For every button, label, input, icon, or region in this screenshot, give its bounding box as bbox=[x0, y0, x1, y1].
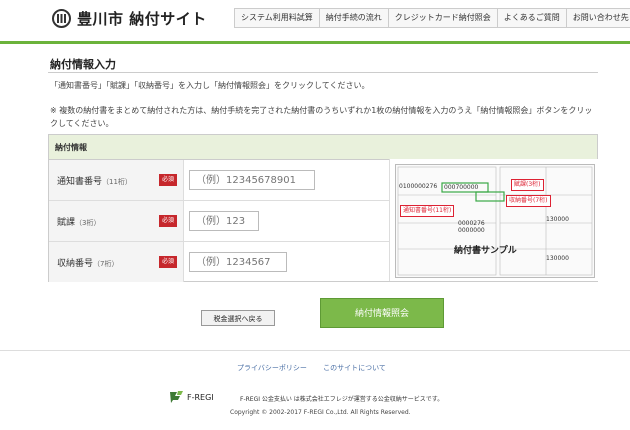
title-divider bbox=[48, 72, 598, 73]
bill-sample-image: 0100000276 000700000 0000276 0000000 130… bbox=[395, 164, 595, 278]
field-label-cell: 収納番号（7桁） 必須 bbox=[49, 242, 184, 282]
footer-links: プライバシーポリシー このサイトについて bbox=[237, 363, 400, 373]
payment-inquiry-button[interactable]: 納付情報照会 bbox=[320, 298, 444, 328]
footer-divider bbox=[0, 350, 630, 351]
required-badge: 必須 bbox=[159, 174, 177, 186]
field-label: 収納番号（7桁） bbox=[57, 259, 119, 269]
nav-credit-inquiry[interactable]: クレジットカード納付照会 bbox=[389, 9, 498, 27]
sample-number: 0000000 bbox=[458, 227, 485, 234]
sample-number: 000700000 bbox=[444, 184, 479, 191]
header-divider bbox=[0, 41, 630, 44]
field-label-cell: 賦課（3桁） 必須 bbox=[49, 201, 184, 241]
about-site-link[interactable]: このサイトについて bbox=[323, 364, 386, 372]
nav-fee-estimate[interactable]: システム利用料試算 bbox=[235, 9, 320, 27]
sample-number: 0000276 bbox=[458, 220, 485, 227]
fuka-input[interactable] bbox=[189, 211, 259, 231]
required-badge: 必須 bbox=[159, 215, 177, 227]
row-fuka: 賦課（3桁） 必須 bbox=[49, 201, 389, 242]
notice-number-input[interactable] bbox=[189, 170, 315, 190]
row-receipt-number: 収納番号（7桁） 必須 bbox=[49, 242, 389, 282]
sample-number: 0100000276 bbox=[399, 183, 438, 190]
site-title: 豊川市 納付サイト bbox=[77, 10, 207, 28]
form-section-header: 納付情報 bbox=[49, 135, 597, 160]
privacy-policy-link[interactable]: プライバシーポリシー bbox=[237, 364, 307, 372]
global-nav: システム利用料試算 納付手続の流れ クレジットカード納付照会 よくあるご質問 お… bbox=[234, 8, 630, 28]
page-title: 納付情報入力 bbox=[50, 58, 116, 71]
city-emblem-icon bbox=[52, 9, 71, 28]
bill-sample-panel: 0100000276 000700000 0000276 0000000 130… bbox=[389, 159, 598, 281]
nav-faq[interactable]: よくあるご質問 bbox=[498, 9, 567, 27]
field-label: 通知書番号（11桁） bbox=[57, 177, 132, 187]
sample-caption: 納付書サンプル bbox=[454, 246, 517, 256]
multi-bill-note: ※ 複数の納付書をまとめて納付された方は、納付手続を完了された納付書のうちいずれ… bbox=[50, 106, 593, 128]
fregi-logo: F-REGI bbox=[168, 390, 214, 404]
site-logo[interactable]: 豊川市 納付サイト bbox=[52, 8, 207, 29]
callout-notice-number: 通知書番号(11桁) bbox=[400, 205, 455, 217]
required-badge: 必須 bbox=[159, 256, 177, 268]
receipt-number-input[interactable] bbox=[189, 252, 287, 272]
copyright: Copyright © 2002-2017 F-REGI Co.,Ltd. Al… bbox=[230, 409, 411, 416]
service-description: F-REGI 公金支払い は株式会社エフレジが運営する公金収納サービスです。 bbox=[240, 396, 444, 403]
sample-amount: 130000 bbox=[546, 216, 569, 223]
callout-receipt-number: 収納番号(7桁) bbox=[506, 195, 551, 207]
sample-amount: 130000 bbox=[546, 255, 569, 262]
fregi-brand: F-REGI bbox=[187, 392, 214, 402]
instruction-text: 「通知書番号」「賦課」「収納番号」を入力し「納付情報照会」をクリックしてください… bbox=[50, 81, 370, 90]
field-label: 賦課（3桁） bbox=[57, 218, 101, 228]
nav-contact[interactable]: お問い合わせ先 bbox=[567, 9, 630, 27]
field-label-cell: 通知書番号（11桁） 必須 bbox=[49, 160, 184, 200]
payment-info-form: 納付情報 通知書番号（11桁） 必須 賦課（3桁） 必須 収納番号（7桁） 必須 bbox=[48, 134, 598, 282]
row-notice-number: 通知書番号（11桁） 必須 bbox=[49, 160, 389, 201]
fregi-mark-icon bbox=[170, 391, 183, 403]
callout-fuka: 賦課(3桁) bbox=[511, 179, 544, 191]
nav-payment-flow[interactable]: 納付手続の流れ bbox=[320, 9, 389, 27]
form-section-title: 納付情報 bbox=[55, 143, 87, 152]
back-to-tax-select-button[interactable]: 税金選択へ戻る bbox=[201, 310, 275, 326]
site-header: 豊川市 納付サイト システム利用料試算 納付手続の流れ クレジットカード納付照会… bbox=[0, 0, 630, 40]
